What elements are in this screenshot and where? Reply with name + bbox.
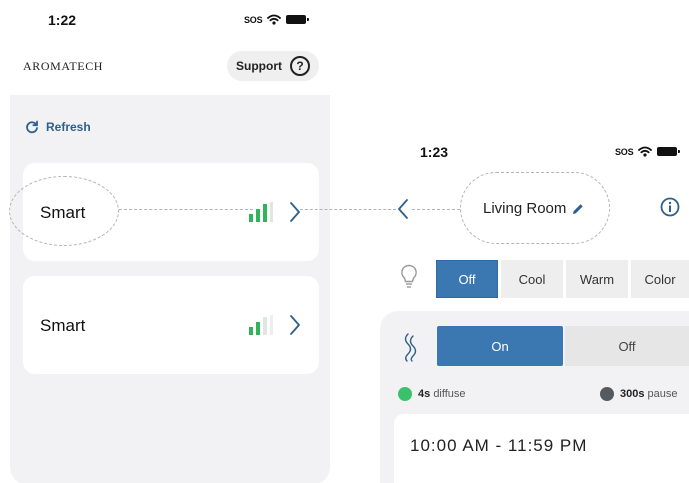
pause-value: 300s (620, 388, 645, 400)
device-card[interactable]: Smart (23, 276, 319, 374)
sos-indicator: SOS (244, 14, 263, 25)
highlight-oval (9, 176, 119, 246)
refresh-label: Refresh (46, 120, 91, 134)
light-mode-off[interactable]: Off (436, 260, 498, 298)
light-mode-warm[interactable]: Warm (566, 260, 628, 298)
pause-dot (600, 387, 614, 401)
diffuse-text: 4s diffuse (418, 388, 466, 400)
info-icon[interactable] (660, 197, 680, 217)
pause-label: pause (647, 388, 678, 400)
wifi-icon (638, 146, 653, 157)
chevron-right-icon[interactable] (289, 314, 301, 336)
brand-logo: AROMATECH (23, 59, 104, 73)
chevron-right-icon[interactable] (289, 201, 301, 223)
status-icons: SOS (244, 14, 310, 25)
schedule-card[interactable]: 10:00 AM - 11:59 PM (394, 414, 689, 483)
diffuse-label: diffuse (433, 388, 466, 400)
back-chevron-icon[interactable] (397, 198, 409, 220)
support-button[interactable]: Support ? (227, 51, 319, 81)
diffuser-off-button[interactable]: Off (565, 326, 689, 366)
connector-line (119, 209, 253, 210)
pause-legend: 300s pause (600, 387, 678, 401)
signal-icon (249, 315, 273, 335)
status-icons: SOS (615, 146, 681, 157)
status-time: 1:23 (420, 144, 449, 160)
sos-indicator: SOS (615, 146, 634, 157)
battery-icon (286, 15, 310, 24)
diffuser-on-button[interactable]: On (437, 326, 563, 366)
device-name: Smart (40, 316, 86, 335)
diffuser-panel: On Off 4s diffuse 300s pause 10:00 AM - … (380, 311, 689, 483)
schedule-time: 10:00 AM - 11:59 PM (410, 436, 588, 455)
status-time: 1:22 (48, 12, 77, 28)
support-label: Support (236, 59, 282, 73)
diffuse-dot (398, 387, 412, 401)
highlight-oval (460, 172, 610, 244)
pause-text: 300s pause (620, 388, 678, 400)
device-list-panel: Refresh Smart Smart (10, 95, 330, 483)
refresh-icon (26, 120, 38, 134)
signal-icon (249, 202, 273, 222)
aroma-wave-icon (404, 333, 417, 362)
diffuse-value: 4s (418, 388, 431, 400)
light-bulb-icon (401, 264, 417, 288)
help-icon: ? (290, 56, 310, 76)
refresh-button[interactable]: Refresh (25, 120, 91, 134)
light-mode-color[interactable]: Color (631, 260, 689, 298)
wifi-icon (267, 14, 282, 25)
diffuse-legend: 4s diffuse (398, 387, 466, 401)
light-mode-cool[interactable]: Cool (501, 260, 563, 298)
battery-icon (657, 147, 681, 156)
